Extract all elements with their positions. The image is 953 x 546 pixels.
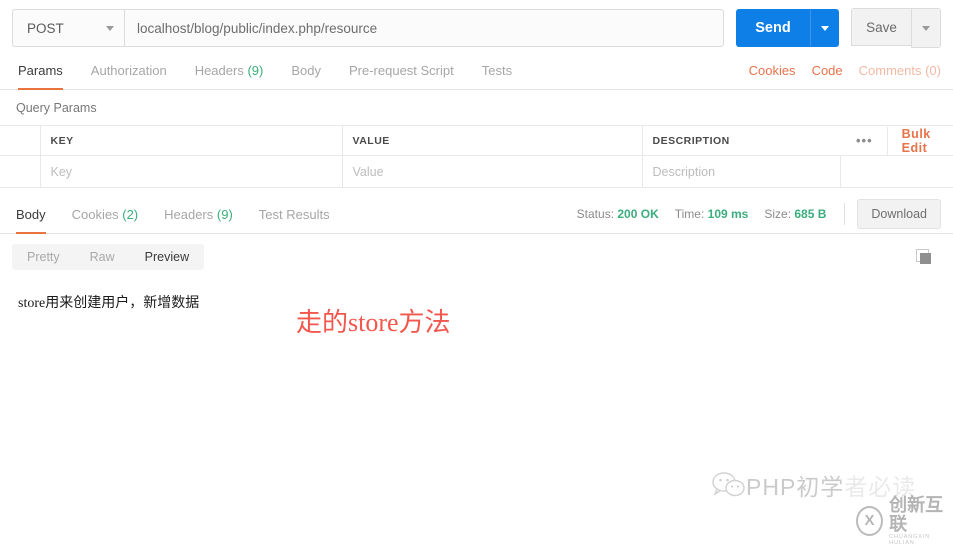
save-button[interactable]: Save xyxy=(851,8,911,46)
table-header-row: KEY VALUE DESCRIPTION ••• Bulk Edit xyxy=(0,125,953,156)
chevron-down-icon xyxy=(106,25,114,31)
view-mode-pretty[interactable]: Pretty xyxy=(12,244,75,270)
tab-headers[interactable]: Headers (9) xyxy=(181,63,278,89)
download-button[interactable]: Download xyxy=(857,198,941,229)
request-tab-actions: Cookies Code Comments (0) xyxy=(733,63,941,89)
table-actions-cell: ••• Bulk Edit xyxy=(840,125,953,156)
request-tab-bar: Params Authorization Headers (9) Body Pr… xyxy=(0,50,953,90)
column-header-key: KEY xyxy=(40,125,343,156)
tab-label: Headers xyxy=(194,63,244,78)
wechat-icon xyxy=(712,472,745,497)
response-body-text: store用来创建用户，新增数据 xyxy=(18,296,200,311)
logo-subtitle: CHUANGXIN HULIAN xyxy=(889,533,931,546)
request-url-input[interactable]: localhost/blog/public/index.php/resource xyxy=(124,9,724,47)
cookies-link[interactable]: Cookies xyxy=(749,63,796,78)
row-checkbox-cell[interactable] xyxy=(0,155,41,188)
request-url-value: localhost/blog/public/index.php/resource xyxy=(137,20,378,36)
response-tab-test-results[interactable]: Test Results xyxy=(246,195,343,233)
logo-text-group: 创新互联 CHUANGXIN HULIAN xyxy=(889,496,953,546)
tab-pre-request-script[interactable]: Pre-request Script xyxy=(335,63,468,89)
logo-mark-icon: X xyxy=(856,505,884,536)
response-tab-bar: Body Cookies (2) Headers (9) Test Result… xyxy=(0,194,953,234)
annotation-text: 走的store方法 xyxy=(296,308,451,337)
time-value: 109 ms xyxy=(707,206,749,221)
tab-body[interactable]: Body xyxy=(277,63,335,89)
column-header-value: VALUE xyxy=(342,125,643,156)
site-logo-watermark: X 创新互联 CHUANGXIN HULIAN xyxy=(856,496,953,546)
response-tab-headers[interactable]: Headers (9) xyxy=(151,195,246,233)
select-all-cell[interactable] xyxy=(0,125,41,156)
tab-label: Authorization xyxy=(90,63,167,78)
status-value: 200 OK xyxy=(617,206,659,221)
row-actions-cell xyxy=(840,155,953,188)
divider xyxy=(844,202,846,225)
response-meta: Status: 200 OK Time: 109 ms Size: 685 B … xyxy=(561,198,941,229)
chevron-down-icon xyxy=(922,25,930,31)
bulk-edit-link[interactable]: Bulk Edit xyxy=(888,127,953,155)
param-description-input[interactable]: Description xyxy=(642,155,841,188)
size-label: Size: xyxy=(764,206,792,221)
size-value: 685 B xyxy=(794,206,827,221)
copy-icon[interactable] xyxy=(916,248,933,266)
save-options-button[interactable] xyxy=(911,8,941,48)
tab-label: Tests xyxy=(481,63,513,78)
tab-label: Cookies xyxy=(71,206,119,222)
tab-count-badge: (2) xyxy=(122,206,139,222)
response-tab-body[interactable]: Body xyxy=(12,195,59,234)
tab-label: Headers xyxy=(164,206,214,222)
chevron-down-icon xyxy=(821,25,829,31)
status-badge: Status: 200 OK xyxy=(577,207,659,221)
tab-label: Body xyxy=(291,63,321,78)
view-mode-toggle: Pretty Raw Preview xyxy=(12,244,205,270)
tab-count-badge: (9) xyxy=(247,63,264,78)
wechat-watermark-text: PHP初学 xyxy=(746,474,845,500)
tab-tests[interactable]: Tests xyxy=(468,63,526,89)
time-label: Time: xyxy=(674,206,705,221)
copy-icon-front xyxy=(920,252,931,264)
response-view-controls: Pretty Raw Preview xyxy=(0,234,953,270)
column-header-description: DESCRIPTION xyxy=(642,125,840,156)
http-method-label: POST xyxy=(27,20,64,36)
tab-label: Test Results xyxy=(258,206,330,222)
table-row: Key Value Description xyxy=(0,155,953,188)
http-method-select[interactable]: POST xyxy=(12,9,124,47)
save-button-group: Save xyxy=(851,8,941,48)
logo-title: 创新互联 xyxy=(889,495,944,534)
tab-label: Pre-request Script xyxy=(348,63,454,78)
code-link[interactable]: Code xyxy=(812,63,843,78)
send-options-button[interactable] xyxy=(810,9,839,47)
send-button[interactable]: Send xyxy=(736,9,810,47)
tab-label: Params xyxy=(18,63,63,78)
response-tab-cookies[interactable]: Cookies (2) xyxy=(59,195,151,233)
request-url-bar: POST localhost/blog/public/index.php/res… xyxy=(0,0,953,50)
view-mode-preview[interactable]: Preview xyxy=(130,244,204,270)
more-options-icon[interactable]: ••• xyxy=(850,126,888,155)
param-key-input[interactable]: Key xyxy=(40,155,343,188)
query-params-heading: Query Params xyxy=(16,101,97,115)
tab-params[interactable]: Params xyxy=(12,63,77,90)
tab-label: Body xyxy=(16,206,46,222)
send-button-group: Send xyxy=(736,9,839,47)
time-badge: Time: 109 ms xyxy=(675,207,749,221)
param-value-input[interactable]: Value xyxy=(342,155,643,188)
view-mode-raw[interactable]: Raw xyxy=(75,244,130,270)
comments-link[interactable]: Comments (0) xyxy=(859,63,941,78)
tab-authorization[interactable]: Authorization xyxy=(77,63,181,89)
tab-count-badge: (9) xyxy=(216,206,233,222)
query-params-table: KEY VALUE DESCRIPTION ••• Bulk Edit Key … xyxy=(0,125,953,188)
size-badge: Size: 685 B xyxy=(764,207,826,221)
status-label: Status: xyxy=(576,206,615,221)
